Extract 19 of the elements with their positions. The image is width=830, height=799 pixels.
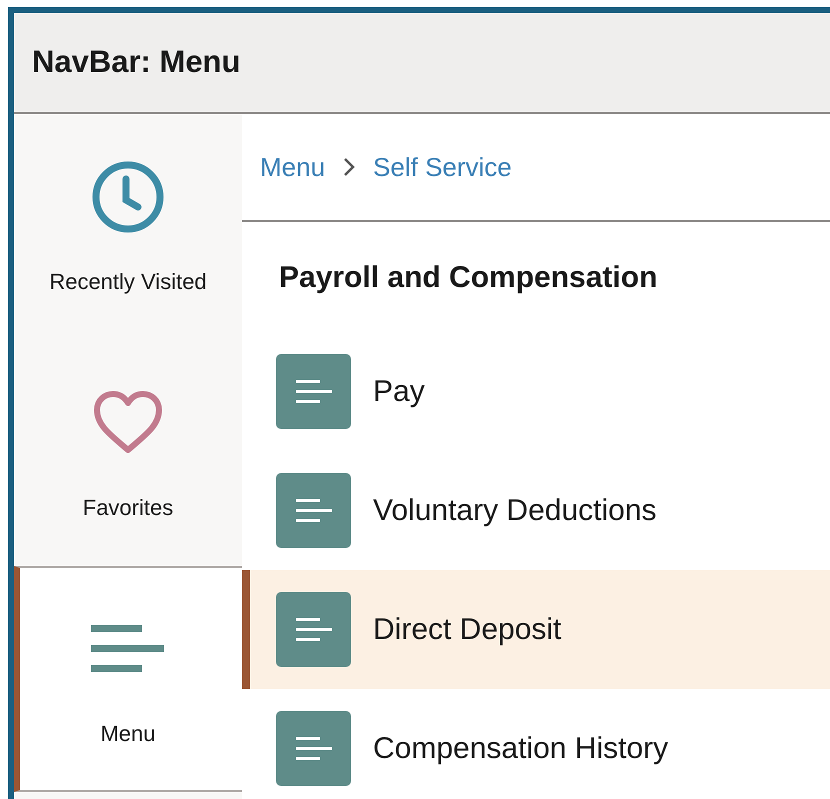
- menu-icon: [91, 624, 165, 674]
- document-lines-icon: [276, 592, 351, 667]
- breadcrumb-link[interactable]: Self Service: [373, 148, 512, 186]
- menu-item[interactable]: Compensation History: [242, 689, 830, 799]
- heart-icon: [92, 390, 164, 456]
- menu-item[interactable]: Pay: [242, 332, 830, 451]
- section-heading: Payroll and Compensation: [279, 260, 658, 296]
- chevron-right-icon: [343, 157, 356, 177]
- breadcrumb-link[interactable]: Menu: [260, 148, 326, 186]
- sidebar-item[interactable]: Recently Visited: [14, 114, 242, 340]
- sidebar-item[interactable]: Menu: [14, 566, 242, 792]
- document-lines-icon: [276, 473, 351, 548]
- menu-item[interactable]: Voluntary Deductions: [242, 451, 830, 570]
- sidebar-item[interactable]: Favorites: [14, 340, 242, 566]
- menu-item[interactable]: Direct Deposit: [242, 570, 830, 689]
- clock-icon: [90, 158, 166, 234]
- page-title: NavBar: Menu: [32, 43, 240, 82]
- document-lines-icon: [276, 711, 351, 786]
- document-lines-icon: [276, 354, 351, 429]
